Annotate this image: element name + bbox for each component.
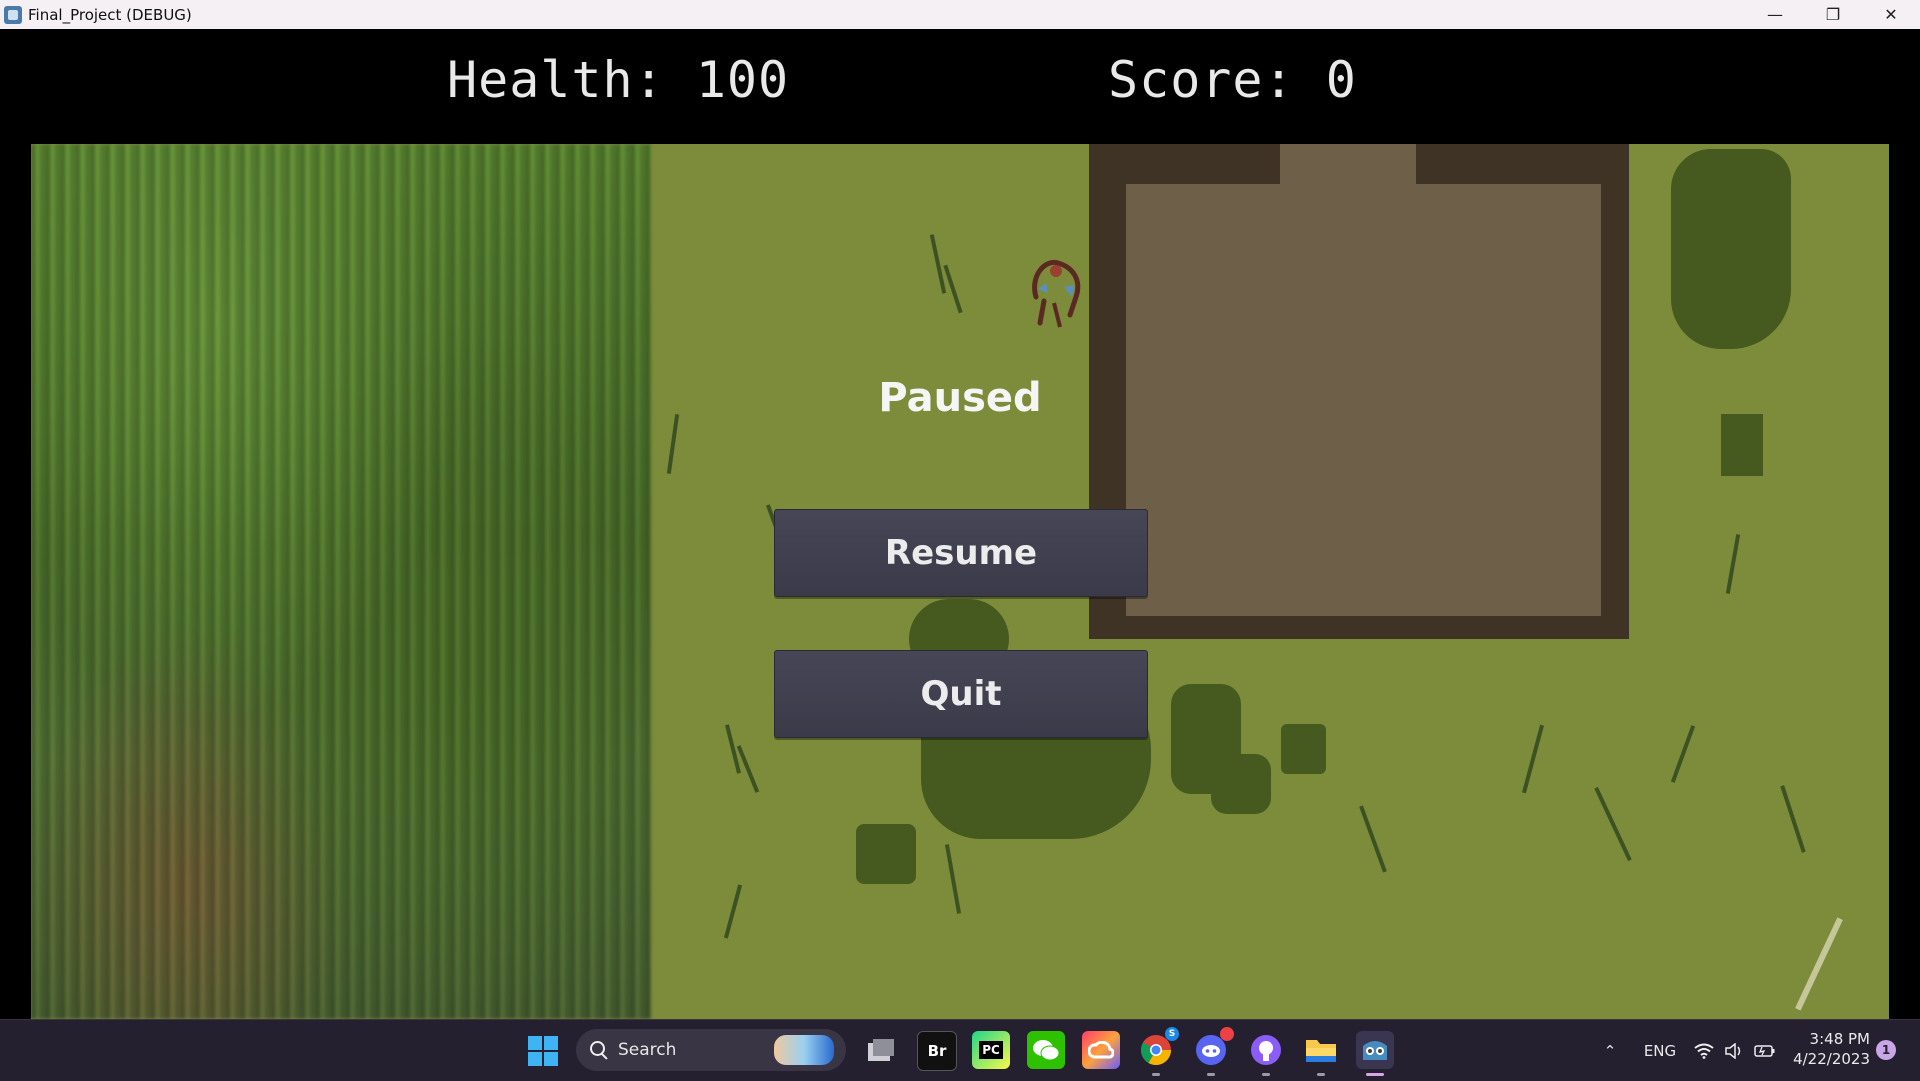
godot-app-icon bbox=[4, 5, 22, 24]
resume-button[interactable]: Resume bbox=[774, 509, 1148, 597]
godot-icon bbox=[1363, 1041, 1387, 1060]
search-highlight-image bbox=[774, 1035, 834, 1065]
battery-icon bbox=[1754, 1044, 1775, 1057]
running-indicator bbox=[1262, 1073, 1270, 1076]
running-indicator bbox=[1152, 1073, 1160, 1076]
windows-logo-icon bbox=[528, 1052, 542, 1066]
bridge-icon: Br bbox=[927, 1042, 947, 1060]
grass-tuft bbox=[929, 234, 947, 294]
chevron-up-icon: ⌃ bbox=[1603, 1041, 1617, 1060]
grass-photo-area bbox=[31, 144, 651, 1019]
grass-tuft bbox=[1670, 725, 1696, 783]
bush bbox=[1281, 724, 1326, 774]
restore-button[interactable]: ❐ bbox=[1804, 0, 1862, 29]
grass-tuft bbox=[1795, 917, 1843, 1011]
grass-tuft bbox=[1780, 785, 1806, 853]
chrome-profile-badge: S bbox=[1165, 1027, 1179, 1041]
running-indicator bbox=[1207, 1073, 1215, 1076]
grass-tuft bbox=[944, 844, 962, 914]
search-icon bbox=[590, 1041, 608, 1059]
pause-title: Paused bbox=[878, 375, 1042, 421]
pycharm-icon: PC bbox=[979, 1041, 1003, 1059]
wechat-icon bbox=[1033, 1040, 1060, 1061]
speaker-icon bbox=[1725, 1042, 1741, 1059]
building-doorway bbox=[1280, 144, 1416, 184]
creative-cloud-button[interactable] bbox=[1082, 1031, 1120, 1069]
window-title: Final_Project (DEBUG) bbox=[28, 5, 192, 24]
clock-date: 4/22/2023 bbox=[1793, 1050, 1870, 1068]
show-hidden-icons-button[interactable]: ⌃ bbox=[1598, 1020, 1622, 1081]
close-button[interactable]: ✕ bbox=[1862, 0, 1920, 29]
game-viewport: Health: 100 Score: 0 Paused Resume Quit bbox=[0, 29, 1920, 1019]
task-view-button[interactable] bbox=[862, 1031, 900, 1069]
grass-tuft bbox=[1725, 534, 1741, 594]
bush bbox=[1211, 754, 1271, 814]
minimize-icon: — bbox=[1767, 5, 1783, 24]
file-explorer-button[interactable] bbox=[1302, 1031, 1340, 1076]
minimize-button[interactable]: — bbox=[1746, 0, 1804, 29]
bush bbox=[856, 824, 916, 884]
health-display: Health: 100 bbox=[447, 51, 790, 109]
grass-tuft bbox=[666, 414, 680, 474]
language-indicator[interactable]: ENG bbox=[1640, 1020, 1680, 1081]
restore-icon: ❐ bbox=[1825, 5, 1841, 24]
grass-tuft bbox=[723, 884, 743, 939]
clock-time: 3:48 PM bbox=[1809, 1030, 1870, 1048]
discord-notification-badge bbox=[1220, 1027, 1234, 1041]
close-icon: ✕ bbox=[1884, 5, 1898, 24]
active-indicator bbox=[1366, 1073, 1384, 1076]
grass-tuft bbox=[1522, 724, 1544, 794]
score-display: Score: 0 bbox=[1108, 51, 1357, 109]
quit-button[interactable]: Quit bbox=[774, 650, 1148, 738]
bush bbox=[1721, 414, 1763, 476]
taskbar: Search Br PC S ⌃ ENG 3:48 PM 4/22/2023 1 bbox=[0, 1019, 1920, 1081]
running-indicator bbox=[1317, 1073, 1325, 1076]
discord-button[interactable] bbox=[1192, 1027, 1234, 1076]
task-view-icon bbox=[868, 1039, 894, 1061]
search-label: Search bbox=[618, 1040, 677, 1060]
start-button[interactable] bbox=[528, 1036, 558, 1066]
notification-center-badge[interactable]: 1 bbox=[1876, 1040, 1896, 1060]
volume-button[interactable] bbox=[1722, 1020, 1746, 1081]
language-label: ENG bbox=[1643, 1041, 1677, 1060]
network-button[interactable] bbox=[1692, 1020, 1716, 1081]
window-controls: — ❐ ✕ bbox=[1746, 0, 1920, 29]
bridge-button[interactable]: Br bbox=[917, 1031, 957, 1071]
folder-icon bbox=[1306, 1040, 1336, 1062]
chrome-button[interactable]: S bbox=[1137, 1027, 1179, 1076]
wifi-icon bbox=[1694, 1043, 1714, 1059]
wechat-button[interactable] bbox=[1027, 1031, 1065, 1069]
godot-button[interactable] bbox=[1356, 1031, 1394, 1076]
building-floor bbox=[1126, 184, 1601, 616]
grass-tuft bbox=[1594, 786, 1632, 862]
windows-logo-icon bbox=[528, 1036, 542, 1050]
grass-tuft bbox=[943, 264, 963, 314]
windows-logo-icon bbox=[544, 1036, 558, 1050]
github-icon bbox=[1251, 1035, 1281, 1065]
creative-cloud-icon bbox=[1088, 1041, 1114, 1059]
window-titlebar: Final_Project (DEBUG) — ❐ ✕ bbox=[0, 0, 1920, 29]
pycharm-button[interactable]: PC bbox=[972, 1031, 1010, 1069]
github-desktop-button[interactable] bbox=[1247, 1031, 1285, 1076]
taskbar-search[interactable]: Search bbox=[576, 1029, 846, 1071]
windows-logo-icon bbox=[544, 1052, 558, 1066]
player-character-sprite bbox=[1032, 260, 1081, 328]
grass-tuft bbox=[1359, 805, 1387, 873]
clock[interactable]: 3:48 PM 4/22/2023 bbox=[1790, 1029, 1870, 1069]
bush bbox=[1671, 149, 1791, 349]
battery-button[interactable] bbox=[1752, 1020, 1778, 1081]
